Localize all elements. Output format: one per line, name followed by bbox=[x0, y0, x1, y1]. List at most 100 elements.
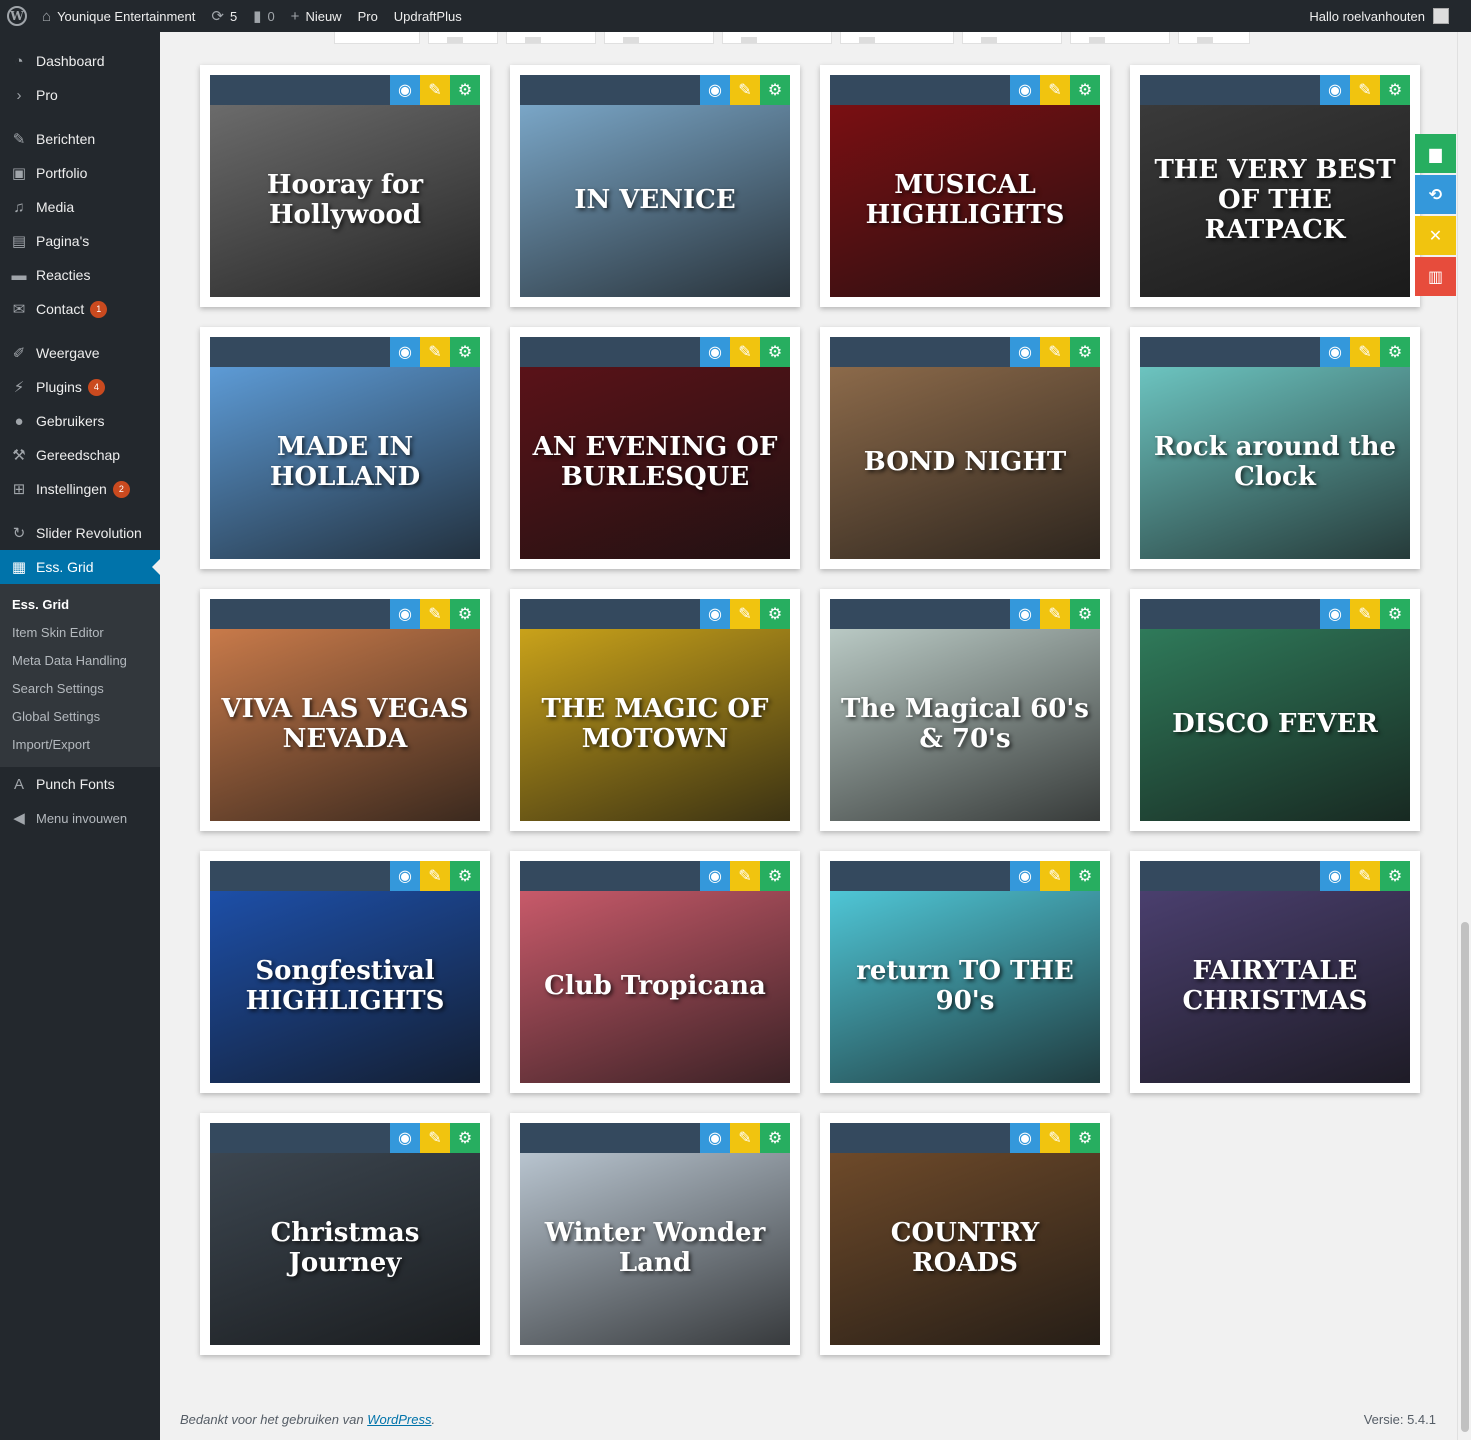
item-settings-button[interactable]: ⚙ bbox=[1380, 861, 1410, 891]
filter-button[interactable] bbox=[962, 32, 1062, 44]
edit-item-button[interactable]: ✎ bbox=[420, 1123, 450, 1153]
edit-item-button[interactable]: ✎ bbox=[1040, 337, 1070, 367]
item-settings-button[interactable]: ⚙ bbox=[760, 75, 790, 105]
menu-media[interactable]: ♫ Media bbox=[0, 190, 160, 224]
filter-button[interactable] bbox=[604, 32, 714, 44]
menu-collapse[interactable]: ◀ Menu invouwen bbox=[0, 801, 160, 835]
wordpress-link[interactable]: WordPress bbox=[367, 1412, 431, 1427]
preview-item-button[interactable]: ◉ bbox=[700, 599, 730, 629]
edit-item-button[interactable]: ✎ bbox=[730, 1123, 760, 1153]
preview-item-button[interactable]: ◉ bbox=[1320, 861, 1350, 891]
new-content-link[interactable]: + Nieuw bbox=[283, 0, 350, 32]
item-settings-button[interactable]: ⚙ bbox=[1070, 337, 1100, 367]
preview-item-button[interactable]: ◉ bbox=[1010, 337, 1040, 367]
edit-item-button[interactable]: ✎ bbox=[420, 599, 450, 629]
menu-pro[interactable]: › Pro bbox=[0, 78, 160, 112]
delete-grid-button[interactable]: ▥ bbox=[1415, 257, 1456, 296]
item-settings-button[interactable]: ⚙ bbox=[450, 599, 480, 629]
edit-item-button[interactable]: ✎ bbox=[730, 599, 760, 629]
preview-item-button[interactable]: ◉ bbox=[1320, 337, 1350, 367]
menu-weergave[interactable]: ✐ Weergave bbox=[0, 336, 160, 370]
edit-item-button[interactable]: ✎ bbox=[1040, 1123, 1070, 1153]
grid-item-card[interactable]: Songfestival HIGHLIGHTS ◉ ✎ ⚙ bbox=[200, 851, 490, 1093]
menu-contact[interactable]: ✉ Contact 1 bbox=[0, 292, 160, 326]
menu-paginas[interactable]: ▤ Pagina's bbox=[0, 224, 160, 258]
updates-link[interactable]: ⟳ 5 bbox=[203, 0, 245, 32]
grid-item-card[interactable]: COUNTRY ROADS ◉ ✎ ⚙ bbox=[820, 1113, 1110, 1355]
preview-item-button[interactable]: ◉ bbox=[390, 337, 420, 367]
edit-item-button[interactable]: ✎ bbox=[1350, 75, 1380, 105]
preview-item-button[interactable]: ◉ bbox=[1010, 861, 1040, 891]
preview-item-button[interactable]: ◉ bbox=[1010, 75, 1040, 105]
item-settings-button[interactable]: ⚙ bbox=[1070, 599, 1100, 629]
item-settings-button[interactable]: ⚙ bbox=[1070, 75, 1100, 105]
preview-item-button[interactable]: ◉ bbox=[700, 861, 730, 891]
edit-item-button[interactable]: ✎ bbox=[420, 861, 450, 891]
grid-item-card[interactable]: Winter Wonder Land ◉ ✎ ⚙ bbox=[510, 1113, 800, 1355]
item-settings-button[interactable]: ⚙ bbox=[1070, 861, 1100, 891]
filter-button[interactable] bbox=[1178, 32, 1250, 44]
filter-button[interactable] bbox=[506, 32, 596, 44]
refresh-grid-button[interactable]: ⟲ bbox=[1415, 175, 1456, 214]
pro-link[interactable]: Pro bbox=[350, 0, 386, 32]
edit-item-button[interactable]: ✎ bbox=[1350, 861, 1380, 891]
menu-instellingen[interactable]: ⊞ Instellingen 2 bbox=[0, 472, 160, 506]
menu-punch-fonts[interactable]: A Punch Fonts bbox=[0, 767, 160, 801]
grid-item-card[interactable]: THE MAGIC OF MOTOWN ◉ ✎ ⚙ bbox=[510, 589, 800, 831]
grid-item-card[interactable]: The Magical 60's & 70's ◉ ✎ ⚙ bbox=[820, 589, 1110, 831]
menu-portfolio[interactable]: ▣ Portfolio bbox=[0, 156, 160, 190]
updraftplus-link[interactable]: UpdraftPlus bbox=[386, 0, 470, 32]
comments-link[interactable]: ▮ 0 bbox=[245, 0, 283, 32]
menu-ess-grid[interactable]: ▦ Ess. Grid bbox=[0, 550, 160, 584]
grid-item-card[interactable]: MADE IN HOLLAND ◉ ✎ ⚙ bbox=[200, 327, 490, 569]
item-settings-button[interactable]: ⚙ bbox=[760, 599, 790, 629]
menu-plugins[interactable]: ⚡ Plugins 4 bbox=[0, 370, 160, 404]
submenu-meta-data-handling[interactable]: Meta Data Handling bbox=[0, 647, 160, 675]
submenu-global-settings[interactable]: Global Settings bbox=[0, 703, 160, 731]
grid-item-card[interactable]: THE VERY BEST OF THE RATPACK ◉ ✎ ⚙ bbox=[1130, 65, 1420, 307]
menu-reacties[interactable]: ▬ Reacties bbox=[0, 258, 160, 292]
item-settings-button[interactable]: ⚙ bbox=[1380, 337, 1410, 367]
page-scrollbar[interactable] bbox=[1457, 32, 1471, 1440]
item-settings-button[interactable]: ⚙ bbox=[450, 1123, 480, 1153]
scrollbar-thumb[interactable] bbox=[1461, 922, 1469, 1432]
grid-item-card[interactable]: Club Tropicana ◉ ✎ ⚙ bbox=[510, 851, 800, 1093]
filter-button[interactable] bbox=[840, 32, 954, 44]
grid-item-card[interactable]: Christmas Journey ◉ ✎ ⚙ bbox=[200, 1113, 490, 1355]
edit-item-button[interactable]: ✎ bbox=[1350, 599, 1380, 629]
edit-item-button[interactable]: ✎ bbox=[420, 75, 450, 105]
menu-gereedschap[interactable]: ⚒ Gereedschap bbox=[0, 438, 160, 472]
edit-item-button[interactable]: ✎ bbox=[730, 75, 760, 105]
preview-item-button[interactable]: ◉ bbox=[1010, 1123, 1040, 1153]
item-settings-button[interactable]: ⚙ bbox=[760, 337, 790, 367]
edit-item-button[interactable]: ✎ bbox=[1040, 599, 1070, 629]
item-settings-button[interactable]: ⚙ bbox=[450, 75, 480, 105]
edit-item-button[interactable]: ✎ bbox=[730, 861, 760, 891]
grid-item-card[interactable]: Rock around the Clock ◉ ✎ ⚙ bbox=[1130, 327, 1420, 569]
submenu-item-skin-editor[interactable]: Item Skin Editor bbox=[0, 619, 160, 647]
item-settings-button[interactable]: ⚙ bbox=[1070, 1123, 1100, 1153]
grid-item-card[interactable]: IN VENICE ◉ ✎ ⚙ bbox=[510, 65, 800, 307]
preview-item-button[interactable]: ◉ bbox=[1010, 599, 1040, 629]
grid-item-card[interactable]: Hooray for Hollywood ◉ ✎ ⚙ bbox=[200, 65, 490, 307]
account-menu[interactable]: Hallo roelvanhouten bbox=[1301, 0, 1471, 32]
filter-button[interactable] bbox=[334, 32, 420, 44]
item-settings-button[interactable]: ⚙ bbox=[760, 861, 790, 891]
preview-item-button[interactable]: ◉ bbox=[390, 75, 420, 105]
cancel-button[interactable]: ✕ bbox=[1415, 216, 1456, 255]
preview-item-button[interactable]: ◉ bbox=[700, 75, 730, 105]
edit-item-button[interactable]: ✎ bbox=[420, 337, 450, 367]
menu-slider-revolution[interactable]: ↻ Slider Revolution bbox=[0, 516, 160, 550]
submenu-import-export[interactable]: Import/Export bbox=[0, 731, 160, 759]
filter-button[interactable] bbox=[1070, 32, 1170, 44]
menu-berichten[interactable]: ✎ Berichten bbox=[0, 122, 160, 156]
save-grid-button[interactable]: ▆ bbox=[1415, 134, 1456, 173]
edit-item-button[interactable]: ✎ bbox=[730, 337, 760, 367]
item-settings-button[interactable]: ⚙ bbox=[1380, 599, 1410, 629]
grid-item-card[interactable]: DISCO FEVER ◉ ✎ ⚙ bbox=[1130, 589, 1420, 831]
grid-item-card[interactable]: AN EVENING OF BURLESQUE ◉ ✎ ⚙ bbox=[510, 327, 800, 569]
submenu-ess-grid[interactable]: Ess. Grid bbox=[0, 591, 160, 619]
site-name-link[interactable]: ⌂ Younique Entertainment bbox=[34, 0, 203, 32]
preview-item-button[interactable]: ◉ bbox=[1320, 599, 1350, 629]
grid-item-card[interactable]: MUSICAL HIGHLIGHTS ◉ ✎ ⚙ bbox=[820, 65, 1110, 307]
